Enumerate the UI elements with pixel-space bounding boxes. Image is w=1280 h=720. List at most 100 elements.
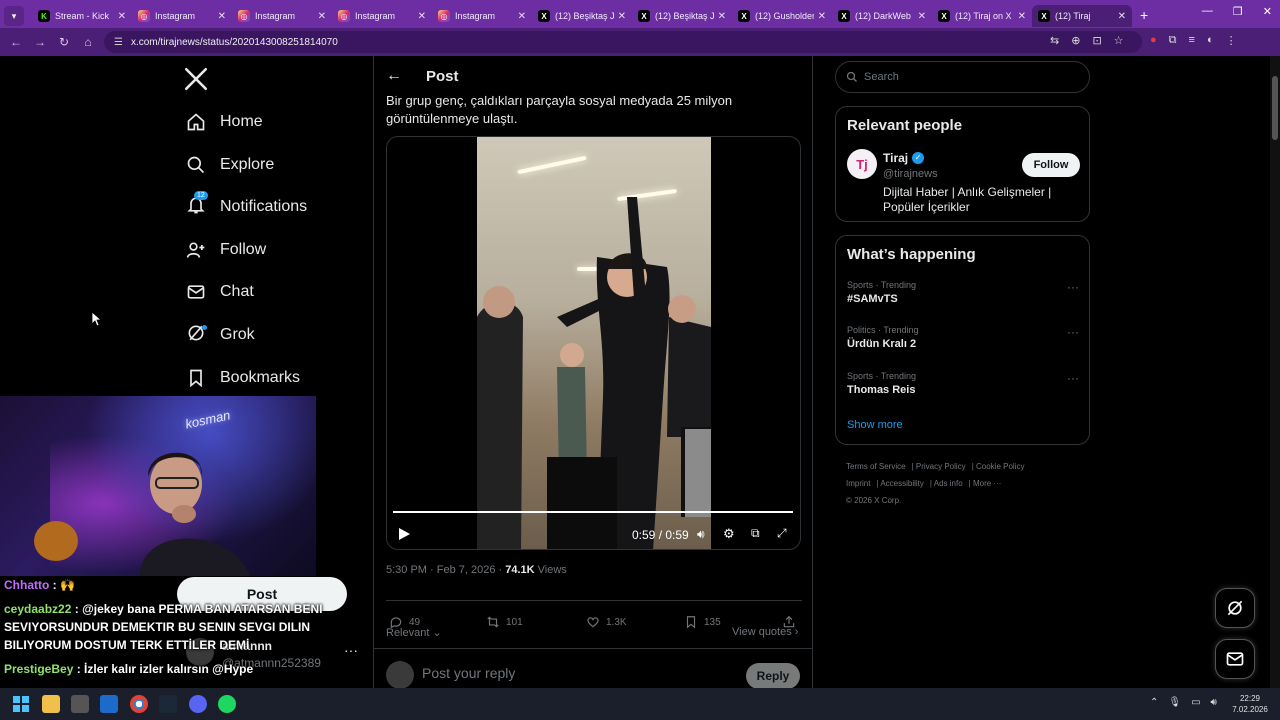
store-icon[interactable] <box>71 695 89 713</box>
browser-tab[interactable]: ◎ Instagram ✕ <box>332 5 432 27</box>
like-action[interactable]: 1.3K <box>586 615 627 629</box>
x-logo-icon[interactable] <box>183 66 209 92</box>
nav-grok[interactable]: Grok <box>186 320 255 350</box>
browser-tab[interactable]: K Stream - Kick ✕ <box>32 5 132 27</box>
scrollbar-thumb[interactable] <box>1272 76 1278 140</box>
browser-tab[interactable]: X (12) DarkWeb ✕ <box>832 5 932 27</box>
browser-tab[interactable]: X (12) Beşiktaş JK ✕ <box>632 5 732 27</box>
trend-item[interactable]: Politics · Trending Ürdün Kralı 2 ··· <box>847 325 1079 350</box>
browser-tab[interactable]: X (12) Tiraj ✕ <box>1032 5 1132 27</box>
tab-close-icon[interactable]: ✕ <box>418 11 426 22</box>
volume-icon[interactable]: 🔊︎ <box>697 527 705 542</box>
tab-close-icon[interactable]: ✕ <box>1018 11 1026 22</box>
star-icon[interactable]: ☆ <box>1114 34 1124 47</box>
display-icon[interactable]: ▭ <box>1191 697 1200 708</box>
follow-button[interactable]: Follow <box>1022 153 1080 177</box>
outlook-icon[interactable] <box>100 695 118 713</box>
video-player[interactable]: 0:59 / 0:59 🔊︎ ⚙ ⧉ ⤢ <box>386 136 801 550</box>
browser-tab[interactable]: ◎ Instagram ✕ <box>132 5 232 27</box>
footer-privacy[interactable]: Privacy Policy <box>916 462 966 471</box>
browser-menu-icon[interactable]: ⋮ <box>1226 34 1237 47</box>
pip-icon[interactable]: ⧉ <box>751 526 760 541</box>
back-icon[interactable]: ← <box>4 35 28 49</box>
url-field[interactable]: ☰ x.com/tirajnews/status/202014300825181… <box>104 31 1142 53</box>
trend-item[interactable]: Sports · Trending #SAMvTS ··· <box>847 280 1079 305</box>
show-more-link[interactable]: Show more <box>847 419 903 431</box>
nav-bookmarks[interactable]: Bookmarks <box>186 363 300 393</box>
tab-close-icon[interactable]: ✕ <box>918 11 926 22</box>
account-more-icon[interactable]: ··· <box>344 642 358 658</box>
bookmark-action[interactable]: 135 <box>684 615 721 629</box>
install-icon[interactable]: ⊡ <box>1092 34 1101 47</box>
minimize-icon[interactable]: — <box>1202 5 1213 18</box>
relevant-name[interactable]: Tiraj ✓ <box>883 151 925 165</box>
more-icon[interactable]: ··· <box>1067 325 1079 339</box>
discord-icon[interactable] <box>189 695 207 713</box>
nav-chat[interactable]: Chat <box>186 277 254 307</box>
tab-close-icon[interactable]: ✕ <box>718 11 726 22</box>
post-timestamp[interactable]: 5:30 PM · Feb 7, 2026 · <box>386 564 505 576</box>
grok-fab[interactable] <box>1215 588 1255 628</box>
tray-chevron-icon[interactable]: ⌃ <box>1150 697 1158 708</box>
windows-start-icon[interactable] <box>12 695 30 713</box>
new-tab-button[interactable]: + <box>1140 7 1148 23</box>
avatar[interactable]: Tj <box>847 149 877 179</box>
tab-close-icon[interactable]: ✕ <box>618 11 626 22</box>
reply-sort-dropdown[interactable]: Relevant ⌄ <box>386 626 442 639</box>
tab-close-icon[interactable]: ✕ <box>1118 11 1126 22</box>
file-explorer-icon[interactable] <box>42 695 60 713</box>
reply-input[interactable]: Post your reply <box>422 665 515 681</box>
view-quotes-link[interactable]: View quotes › <box>732 626 798 638</box>
search-input[interactable]: Search <box>835 61 1090 93</box>
footer-more[interactable]: More ··· <box>973 479 1001 488</box>
media-icon[interactable]: ≡ <box>1189 34 1195 47</box>
forward-icon[interactable]: → <box>28 35 52 49</box>
nav-follow[interactable]: Follow <box>186 235 266 265</box>
footer-cookie[interactable]: Cookie Policy <box>976 462 1024 471</box>
footer-imprint[interactable]: Imprint <box>846 479 870 488</box>
browser-tab[interactable]: X (12) Beşiktaş JK ✕ <box>532 5 632 27</box>
tab-close-icon[interactable]: ✕ <box>118 11 126 22</box>
browser-tab[interactable]: ◎ Instagram ✕ <box>232 5 332 27</box>
spotify-icon[interactable] <box>218 695 236 713</box>
browser-tab[interactable]: X (12) Gusholder ✕ <box>732 5 832 27</box>
footer-ads[interactable]: Ads info <box>934 479 963 488</box>
speaker-icon[interactable]: 🔊︎ <box>1211 697 1217 708</box>
system-clock[interactable]: 22:29 7.02.2026 <box>1226 693 1274 715</box>
extension-red-icon[interactable]: ● <box>1150 34 1157 47</box>
tab-close-icon[interactable]: ✕ <box>318 11 326 22</box>
messages-fab[interactable] <box>1215 639 1255 679</box>
play-icon[interactable] <box>397 527 411 541</box>
browser-tab[interactable]: X (12) Tiraj on X ✕ <box>932 5 1032 27</box>
nav-notifications[interactable]: 12 Notifications <box>186 190 307 222</box>
steam-icon[interactable] <box>159 695 177 713</box>
translate-icon[interactable]: ⇆ <box>1050 34 1059 47</box>
tab-search-button[interactable]: ▾ <box>4 6 24 26</box>
reply-button[interactable]: Reply <box>746 663 800 688</box>
browser-tab[interactable]: ◎ Instagram ✕ <box>432 5 532 27</box>
footer-accessibility[interactable]: Accessibility <box>880 479 924 488</box>
nav-home[interactable]: Home <box>186 107 263 137</box>
close-window-icon[interactable]: ✕ <box>1263 5 1272 18</box>
tab-close-icon[interactable]: ✕ <box>218 11 226 22</box>
repost-action[interactable]: 101 <box>486 615 523 629</box>
footer-terms[interactable]: Terms of Service <box>846 462 906 471</box>
tab-close-icon[interactable]: ✕ <box>818 11 826 22</box>
zoom-icon[interactable]: ⊕ <box>1071 34 1080 47</box>
home-browser-icon[interactable]: ⌂ <box>76 35 100 49</box>
gear-icon[interactable]: ⚙ <box>723 526 735 542</box>
reload-icon[interactable]: ↻ <box>52 35 76 49</box>
trend-item[interactable]: Sports · Trending Thomas Reis ··· <box>847 371 1079 396</box>
restore-icon[interactable]: ❐ <box>1233 5 1243 18</box>
more-icon[interactable]: ··· <box>1067 371 1079 385</box>
fullscreen-icon[interactable]: ⤢ <box>777 526 787 541</box>
profile-avatar-icon[interactable]: ◐ <box>1207 34 1214 47</box>
back-arrow-icon[interactable]: ← <box>386 67 414 85</box>
video-progress-bar[interactable] <box>393 511 793 513</box>
puzzle-icon[interactable]: ⧉ <box>1169 34 1177 47</box>
microphone-icon[interactable]: 🎙︎ <box>1168 697 1181 708</box>
nav-explore[interactable]: Explore <box>186 150 274 180</box>
site-info-icon[interactable]: ☰ <box>114 37 123 48</box>
chrome-icon[interactable] <box>130 695 148 713</box>
tab-close-icon[interactable]: ✕ <box>518 11 526 22</box>
